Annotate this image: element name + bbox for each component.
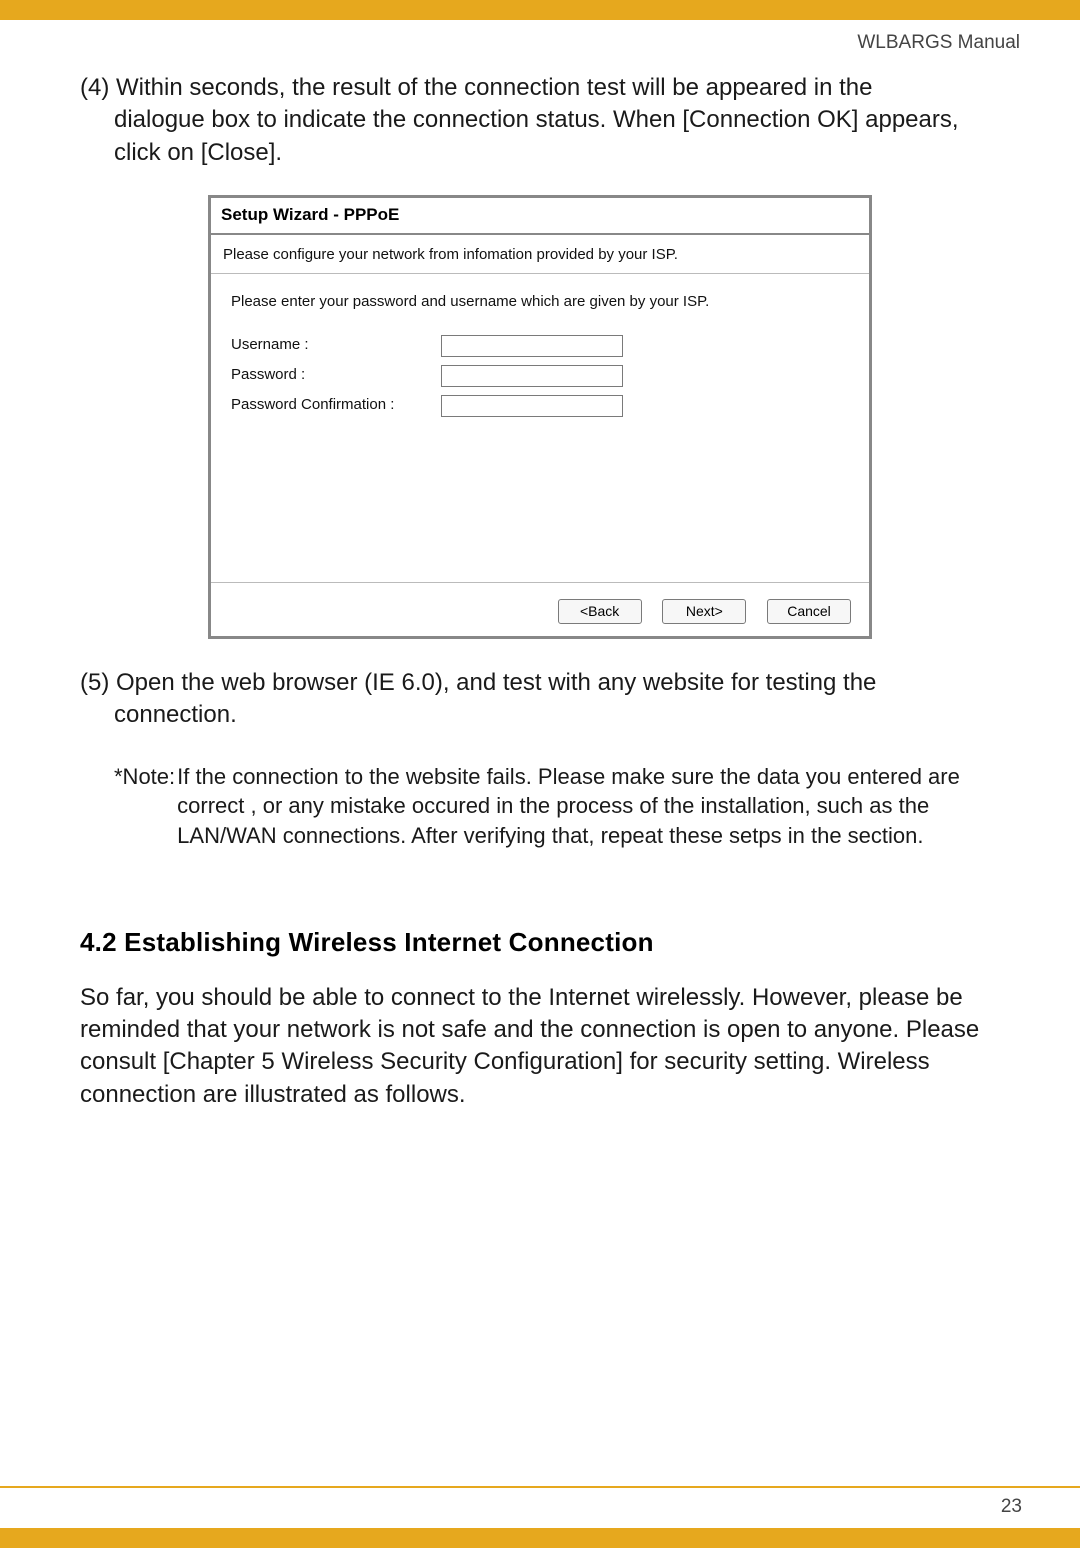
step-5-paragraph: (5) Open the web browser (IE 6.0), and t… [80, 667, 1000, 732]
section-4-2-body: So far, you should be able to connect to… [80, 982, 1000, 1112]
note-block: *Note: If the connection to the website … [80, 762, 1000, 851]
step-5-number: (5) [80, 669, 116, 696]
username-row: Username : [231, 335, 849, 357]
setup-wizard-screenshot: Setup Wizard - PPPoE Please configure yo… [208, 195, 872, 639]
username-input[interactable] [441, 335, 623, 357]
step-4-text-lead: Within seconds, the result of the connec… [116, 74, 872, 101]
step-4-paragraph: (4) Within seconds, the result of the co… [80, 72, 1000, 169]
section-4-2-heading: 4.2 Establishing Wireless Internet Conne… [80, 925, 1000, 960]
password-confirm-input[interactable] [441, 395, 623, 417]
step-4-number: (4) [80, 74, 116, 101]
setup-wizard-window: Setup Wizard - PPPoE Please configure yo… [208, 195, 872, 639]
note-label: *Note: [114, 762, 175, 851]
password-input[interactable] [441, 365, 623, 387]
wizard-instruction: Please enter your password and username … [231, 292, 849, 312]
wizard-body: Please enter your password and username … [211, 274, 869, 582]
next-button[interactable]: Next> [662, 599, 746, 624]
step-4-text-rest: dialogue box to indicate the connection … [80, 104, 1000, 169]
note-text: If the connection to the website fails. … [175, 762, 1000, 851]
step-5-text-rest: connection. [80, 699, 1000, 731]
password-confirm-row: Password Confirmation : [231, 395, 849, 417]
password-row: Password : [231, 365, 849, 387]
cancel-button[interactable]: Cancel [767, 599, 851, 624]
wizard-footer: <Back Next> Cancel [211, 582, 869, 635]
top-accent-bar [0, 0, 1080, 20]
bottom-accent-bar [0, 1528, 1080, 1548]
username-label: Username : [231, 335, 441, 355]
page-root: { "header": { "manual_label": "WLBARGS M… [0, 0, 1080, 1548]
password-label: Password : [231, 365, 441, 385]
bottom-accent-rule [0, 1486, 1080, 1488]
main-content: (4) Within seconds, the result of the co… [0, 54, 1080, 1111]
wizard-title: Setup Wizard - PPPoE [211, 198, 869, 235]
header-manual-label: WLBARGS Manual [0, 20, 1080, 54]
page-number: 23 [1001, 1496, 1022, 1518]
back-button[interactable]: <Back [558, 599, 642, 624]
password-confirm-label: Password Confirmation : [231, 395, 441, 415]
step-5-text-lead: Open the web browser (IE 6.0), and test … [116, 669, 876, 696]
wizard-subtitle: Please configure your network from infom… [211, 235, 869, 274]
